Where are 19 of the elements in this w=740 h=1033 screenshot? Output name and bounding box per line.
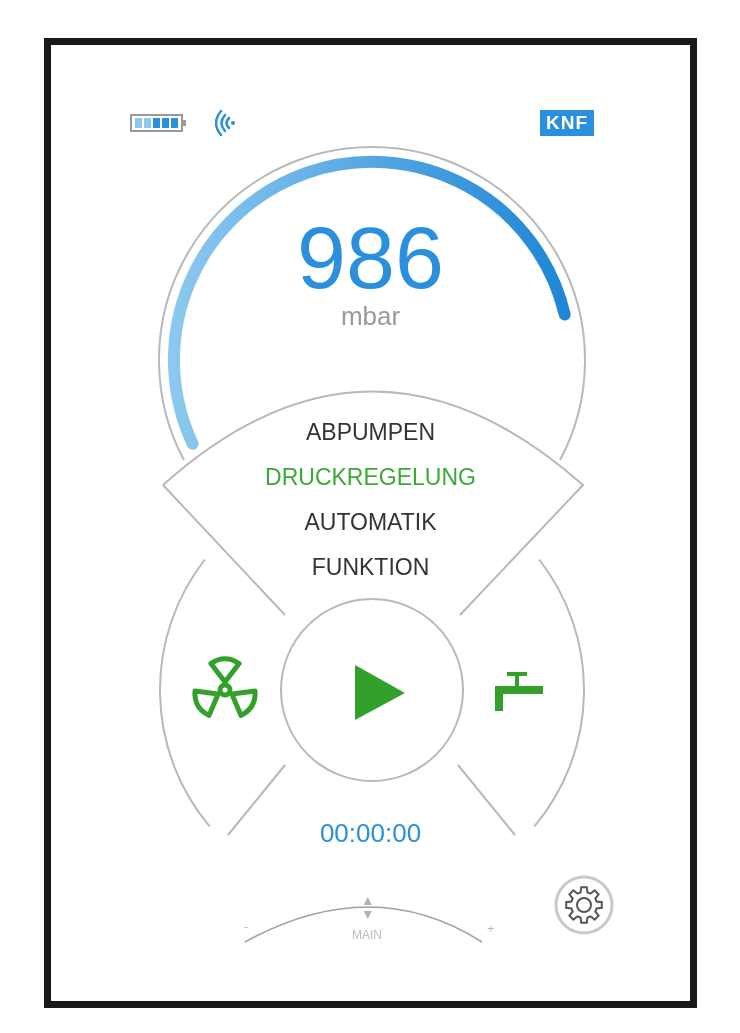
settings-button[interactable] — [554, 875, 614, 935]
plus-sign: + — [487, 922, 495, 936]
mode-menu-item[interactable]: FUNKTION — [307, 545, 434, 590]
slider-thumb[interactable] — [363, 897, 372, 919]
timer-display: 00:00:00 — [319, 818, 422, 848]
slider-label: MAIN — [352, 928, 382, 942]
signal-icon — [215, 109, 237, 137]
divider-line — [227, 764, 286, 836]
divider-line — [457, 764, 516, 836]
tap-icon[interactable] — [495, 672, 543, 711]
pressure-unit: mbar — [340, 301, 401, 331]
battery-icon — [130, 113, 187, 133]
minus-sign: - — [244, 920, 249, 934]
fan-icon[interactable] — [192, 656, 258, 718]
mode-menu-item[interactable]: ABPUMPEN — [301, 410, 440, 455]
mode-menu-item[interactable]: AUTOMATIK — [300, 500, 441, 545]
play-button[interactable] — [280, 598, 464, 782]
pressure-value: 986 — [297, 213, 444, 303]
brand-logo: KNF — [540, 110, 595, 136]
